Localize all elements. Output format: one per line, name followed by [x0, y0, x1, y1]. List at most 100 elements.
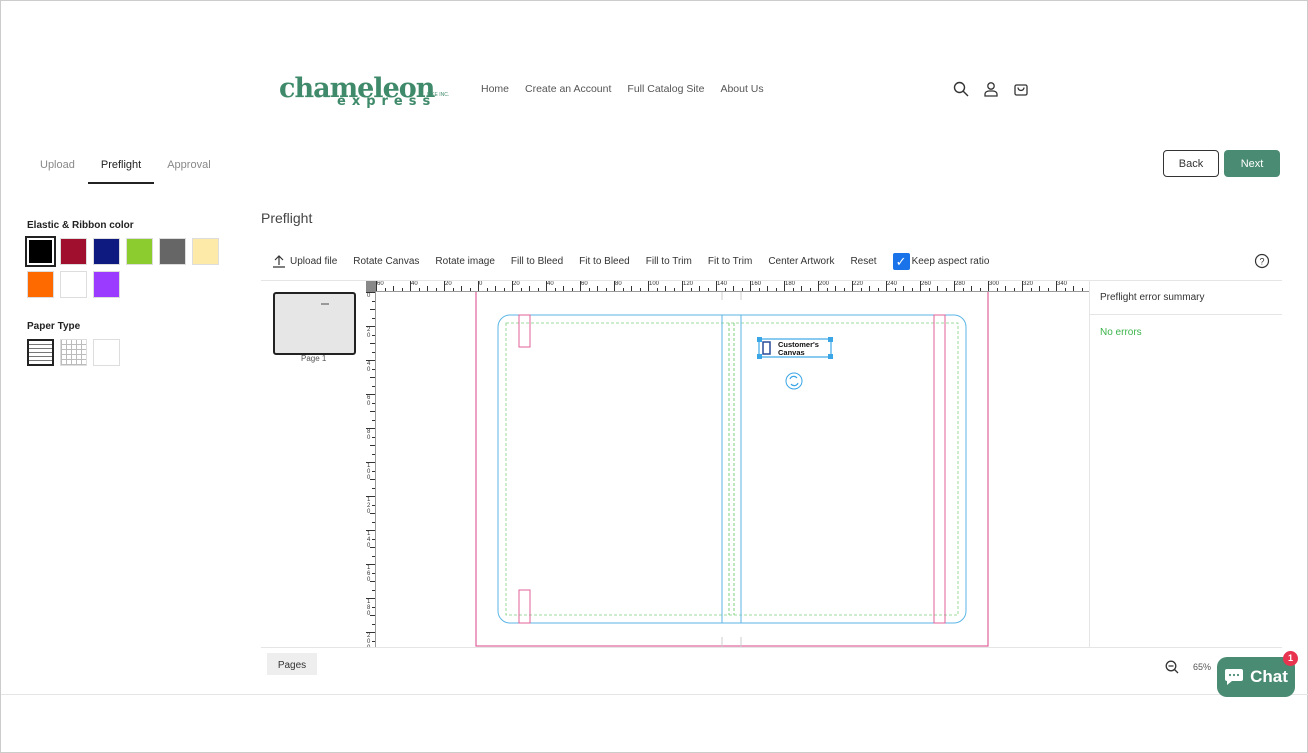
ruler-tick [903, 286, 904, 291]
ribbon-color-swatch[interactable] [25, 236, 56, 267]
ruler-tick [372, 351, 375, 353]
step-tabs: Upload Preflight Approval [27, 151, 224, 184]
paper-type-label: Paper Type [27, 321, 81, 332]
ruler-tick [366, 292, 375, 293]
ruler-tick [529, 286, 530, 291]
tab-approval[interactable]: Approval [154, 151, 223, 184]
ruler-tick [690, 288, 692, 291]
ruler-tick [673, 288, 675, 291]
logo-subtext: express [337, 94, 437, 109]
divider [1, 694, 1308, 695]
ruler-tick [665, 286, 666, 291]
nav-home[interactable]: Home [481, 83, 509, 95]
page-thumbnail-label: Page 1 [301, 354, 327, 363]
ruler-tick [401, 288, 403, 291]
ribbon-color-swatch[interactable] [93, 271, 120, 298]
preflight-status: No errors [1100, 327, 1142, 338]
back-button[interactable]: Back [1163, 150, 1219, 177]
trim-outline [497, 314, 967, 624]
zoom-out-icon[interactable] [1165, 660, 1179, 674]
divider [261, 647, 1282, 648]
ruler-tick [656, 288, 658, 291]
ruler-tick [1047, 288, 1049, 291]
ruler-tick [631, 286, 632, 291]
ruler-tick [495, 286, 496, 291]
pages-tab[interactable]: Pages [267, 653, 317, 675]
nav-about-us[interactable]: About Us [720, 83, 763, 95]
design-canvas[interactable]: Customer's Canvas [376, 292, 1089, 647]
ruler-tick-label: 280 [955, 281, 966, 287]
fit-to-bleed-button[interactable]: Fit to Bleed [579, 256, 630, 267]
ruler-tick [370, 479, 375, 480]
elastic-marker [518, 589, 531, 624]
ruler-tick [911, 288, 913, 291]
fit-to-trim-button[interactable]: Fit to Trim [708, 256, 752, 267]
ruler-tick [1022, 281, 1023, 291]
rotate-image-button[interactable]: Rotate image [435, 256, 494, 267]
ribbon-color-swatch[interactable] [126, 238, 153, 265]
keep-aspect-label[interactable]: Keep aspect ratio [912, 256, 990, 267]
ruler-tick [370, 445, 375, 446]
ribbon-color-swatch[interactable] [60, 238, 87, 265]
user-icon[interactable] [983, 81, 999, 97]
nav-full-catalog[interactable]: Full Catalog Site [627, 83, 704, 95]
reset-button[interactable]: Reset [850, 256, 876, 267]
elastic-band [933, 314, 946, 624]
ruler-tick [886, 281, 887, 291]
chat-button[interactable]: Chat [1217, 657, 1295, 697]
paper-blank[interactable] [93, 339, 120, 366]
page-thumbnail[interactable] [273, 292, 356, 355]
ruler-tick [597, 286, 598, 291]
ruler-tick [767, 286, 768, 291]
ruler-tick [775, 288, 777, 291]
ribbon-color-swatch[interactable] [159, 238, 186, 265]
preflight-summary-title: Preflight error summary [1090, 281, 1282, 315]
nav-create-account[interactable]: Create an Account [525, 83, 611, 95]
ribbon-color-swatch[interactable] [27, 271, 54, 298]
paper-lined[interactable] [27, 339, 54, 366]
tab-upload[interactable]: Upload [27, 151, 88, 184]
help-icon[interactable]: ? [1254, 253, 1270, 269]
ruler-tick-label: 80 [615, 281, 622, 287]
ruler-tick [372, 521, 375, 523]
svg-text:?: ? [1259, 257, 1264, 267]
ruler-tick [372, 300, 375, 302]
fill-to-bleed-button[interactable]: Fill to Bleed [511, 256, 563, 267]
ribbon-color-swatch[interactable] [93, 238, 120, 265]
logo-tag: LIKE INC. [427, 92, 450, 98]
cart-icon[interactable] [1013, 81, 1029, 97]
paper-grid[interactable] [60, 339, 87, 366]
ruler-tick [1013, 288, 1015, 291]
fill-to-trim-button[interactable]: Fill to Trim [646, 256, 692, 267]
main-nav: Home Create an Account Full Catalog Site… [481, 83, 764, 95]
ruler-tick [554, 288, 556, 291]
ribbon-color-swatch[interactable] [192, 238, 219, 265]
ruler-tick [366, 394, 375, 395]
ribbon-color-swatch[interactable] [60, 271, 87, 298]
ruler-tick-label: 20 [445, 281, 452, 287]
next-button[interactable]: Next [1224, 150, 1280, 177]
rotate-canvas-button[interactable]: Rotate Canvas [353, 256, 419, 267]
ruler-tick [869, 286, 870, 291]
ruler-tick-label: 20 [513, 281, 520, 287]
logo[interactable]: chameleon express LIKE INC. [279, 67, 451, 111]
ruler-tick [945, 288, 947, 291]
ruler-tick [372, 606, 375, 608]
ruler-top: 60 40 20 0 20 40 60 80 100 120 140 160 180 200 220 240 2… [366, 281, 1089, 292]
tab-preflight[interactable]: Preflight [87, 151, 155, 184]
keep-aspect-checkbox[interactable]: ✓ [892, 253, 910, 270]
ruler-tick [370, 547, 375, 548]
ruler-tick [372, 487, 375, 489]
search-icon[interactable] [953, 81, 969, 97]
ruler-tick [370, 309, 375, 310]
artwork-selection: Customer's Canvas [757, 337, 833, 390]
ruler-tick [1064, 288, 1066, 291]
ruler-tick [370, 411, 375, 412]
artwork-text-line2: Canvas [778, 348, 805, 357]
ruler-tick [410, 281, 411, 291]
preflight-panel: Preflight error summary No errors [1089, 281, 1282, 647]
center-artwork-button[interactable]: Center Artwork [768, 256, 834, 267]
ruler-tick [588, 288, 590, 291]
upload-file-button[interactable]: Upload file [273, 255, 337, 268]
ruler-tick-label: 340 [1057, 281, 1068, 287]
